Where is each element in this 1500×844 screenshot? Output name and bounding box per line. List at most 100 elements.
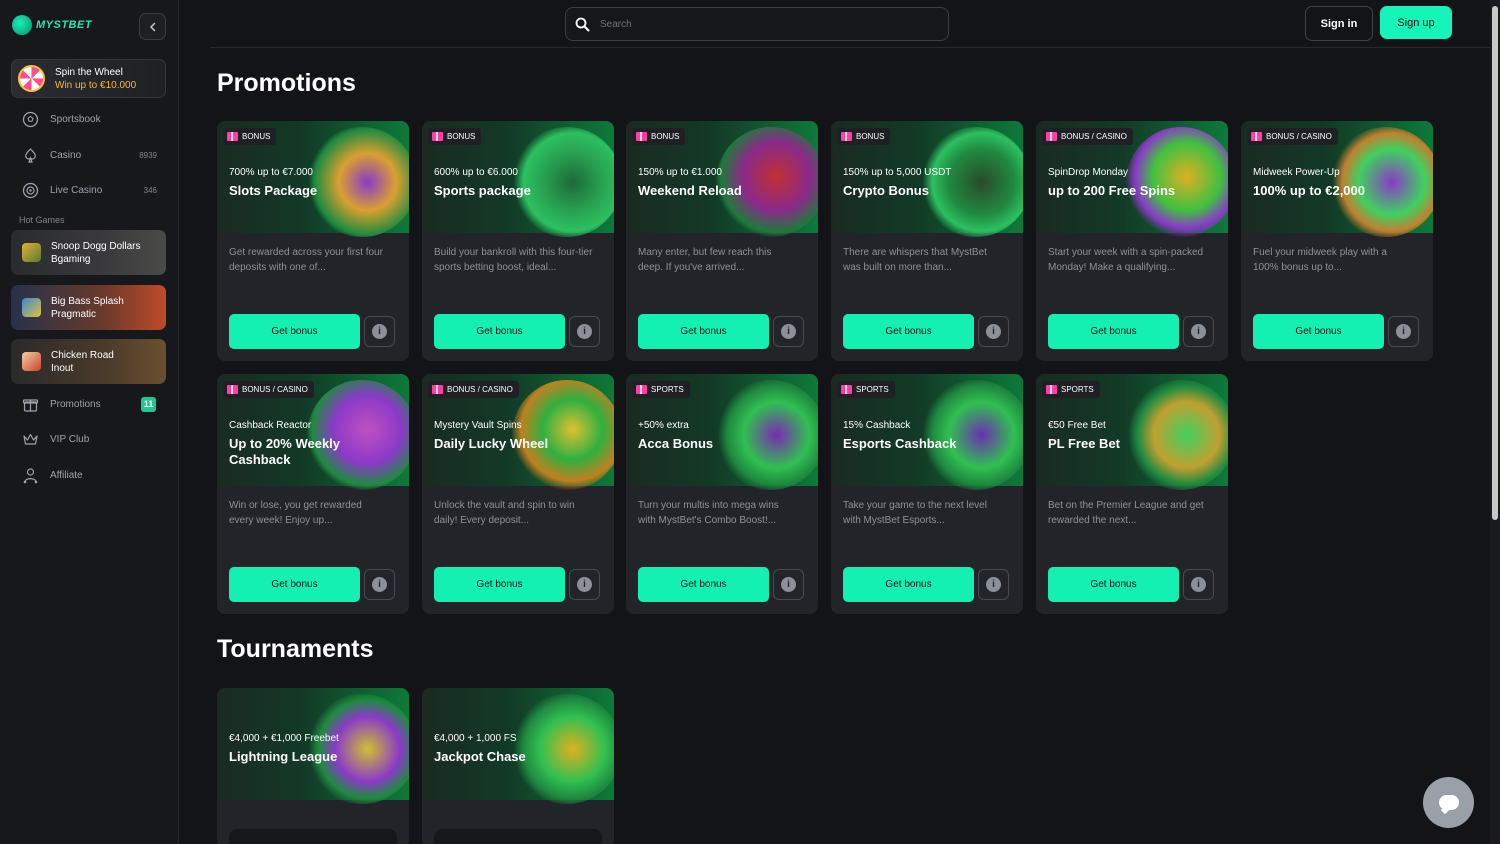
search-icon [575,17,590,31]
promo-tag-label: BONUS / CASINO [242,385,308,394]
sidebar-item-promotions[interactable]: Promotions 11 [21,394,161,414]
promo-tag-label: BONUS / CASINO [1061,132,1127,141]
gift-icon [636,385,647,394]
crown-icon [21,430,40,449]
tournament-action-button[interactable] [229,829,397,844]
info-icon: i [1191,324,1206,339]
get-bonus-button[interactable]: Get bonus [638,314,769,349]
promo-tag-label: SPORTS [1061,385,1094,394]
get-bonus-button[interactable]: Get bonus [434,567,565,602]
top-bar: Sign in Sign up [210,0,1490,48]
sidebar: MYSTBET Spin the Wheel Win up to €10.000… [0,0,179,844]
promo-artwork [716,380,818,490]
promo-title: 100% up to €2,000 [1253,183,1365,198]
promo-info-button[interactable]: i [569,316,600,347]
info-icon: i [781,324,796,339]
promo-info-button[interactable]: i [364,569,395,600]
tournament-banner [217,688,409,804]
get-bonus-button[interactable]: Get bonus [843,567,974,602]
sidebar-item-casino[interactable]: Casino 8939 [21,145,161,165]
sidebar-item-vip-club[interactable]: VIP Club [21,429,161,449]
hot-game-chicken-road[interactable]: Chicken Road Inout [11,339,166,384]
sidebar-collapse-button[interactable] [139,13,166,40]
promo-info-button[interactable]: i [978,569,1009,600]
promo-card: BONUS / CASINO SpinDrop Monday up to 200… [1036,121,1228,361]
spade-icon [21,146,40,165]
tournament-subtitle: €4,000 + 1,000 FS [434,733,517,744]
game-thumbnail [22,243,41,262]
promo-artwork [921,380,1023,490]
search-box[interactable] [565,7,949,41]
promo-info-button[interactable]: i [773,569,804,600]
promo-tag: BONUS [223,128,277,145]
tournament-card[interactable]: €4,000 + €1,000 Freebet Lightning League [217,688,409,844]
prize-wheel-icon [18,65,45,92]
promo-card: SPORTS €50 Free Bet PL Free Bet Bet on t… [1036,374,1228,614]
soccer-ball-icon [21,110,40,129]
promo-info-button[interactable]: i [978,316,1009,347]
sidebar-item-sportsbook[interactable]: Sportsbook [21,109,161,129]
promo-info-button[interactable]: i [569,569,600,600]
promo-tag: SPORTS [632,381,690,398]
promo-tag-label: BONUS [242,132,271,141]
tournaments-heading: Tournaments [217,635,374,663]
get-bonus-button[interactable]: Get bonus [1048,314,1179,349]
promo-title: Sports package [434,183,531,198]
promo-card: BONUS 700% up to €7.000 Slots Package Ge… [217,121,409,361]
sign-up-button[interactable]: Sign up [1380,6,1452,39]
live-casino-count: 346 [143,185,157,195]
sidebar-item-live-casino[interactable]: Live Casino 346 [21,180,161,200]
promo-info-button[interactable]: i [773,316,804,347]
info-icon: i [372,577,387,592]
hot-game-big-bass-splash[interactable]: Big Bass Splash Pragmatic [11,285,166,330]
promo-title: Esports Cashback [843,436,957,451]
promo-info-button[interactable]: i [1183,316,1214,347]
gift-icon [841,385,852,394]
tournament-card[interactable]: €4,000 + 1,000 FS Jackpot Chase [422,688,614,844]
promo-title: Weekend Reload [638,183,742,198]
promo-info-button[interactable]: i [1388,316,1419,347]
sign-in-button[interactable]: Sign in [1305,6,1373,41]
live-chat-button[interactable] [1423,777,1474,828]
promo-artwork [1126,127,1228,237]
info-icon: i [986,577,1001,592]
get-bonus-button[interactable]: Get bonus [229,314,360,349]
tournament-banner [422,688,614,804]
search-input[interactable] [600,18,900,30]
get-bonus-button[interactable]: Get bonus [638,567,769,602]
promo-tag-label: BONUS / CASINO [447,385,513,394]
hot-game-provider: Bgaming [51,253,91,265]
promo-tag-label: SPORTS [651,385,684,394]
sidebar-item-label: VIP Club [50,433,90,445]
brand-logo[interactable]: MYSTBET [12,12,92,38]
get-bonus-button[interactable]: Get bonus [843,314,974,349]
hot-game-title: Chicken Road [51,349,114,361]
promo-subtitle: 15% Cashback [843,420,911,431]
promo-tag-label: SPORTS [856,385,889,394]
info-icon: i [986,324,1001,339]
promo-artwork [1331,127,1433,237]
get-bonus-button[interactable]: Get bonus [434,314,565,349]
hot-game-snoop-dogg-dollars[interactable]: Snoop Dogg Dollars Bgaming [11,230,166,275]
sidebar-item-affiliate[interactable]: Affiliate [21,465,161,485]
sidebar-item-label: Live Casino [50,184,103,196]
promo-description: Take your game to the next level with My… [843,500,987,526]
spin-the-wheel-card[interactable]: Spin the Wheel Win up to €10.000 [11,59,166,98]
scrollbar-thumb[interactable] [1492,6,1498,520]
promo-info-button[interactable]: i [1183,569,1214,600]
promo-description: Turn your multis into mega wins with Mys… [638,500,779,526]
promo-description: Build your bankroll with this four-tier … [434,247,593,273]
get-bonus-button[interactable]: Get bonus [1048,567,1179,602]
gift-icon [1251,132,1262,141]
get-bonus-button[interactable]: Get bonus [229,567,360,602]
promo-description: Fuel your midweek play with a 100% bonus… [1253,247,1387,273]
get-bonus-button[interactable]: Get bonus [1253,314,1384,349]
game-thumbnail [22,298,41,317]
hot-game-title: Snoop Dogg Dollars [51,240,141,252]
page-scrollbar[interactable] [1490,0,1500,844]
promo-title: Slots Package [229,183,318,198]
promo-info-button[interactable]: i [364,316,395,347]
tournament-action-button[interactable] [434,829,602,844]
gift-icon [636,132,647,141]
info-icon: i [1191,577,1206,592]
